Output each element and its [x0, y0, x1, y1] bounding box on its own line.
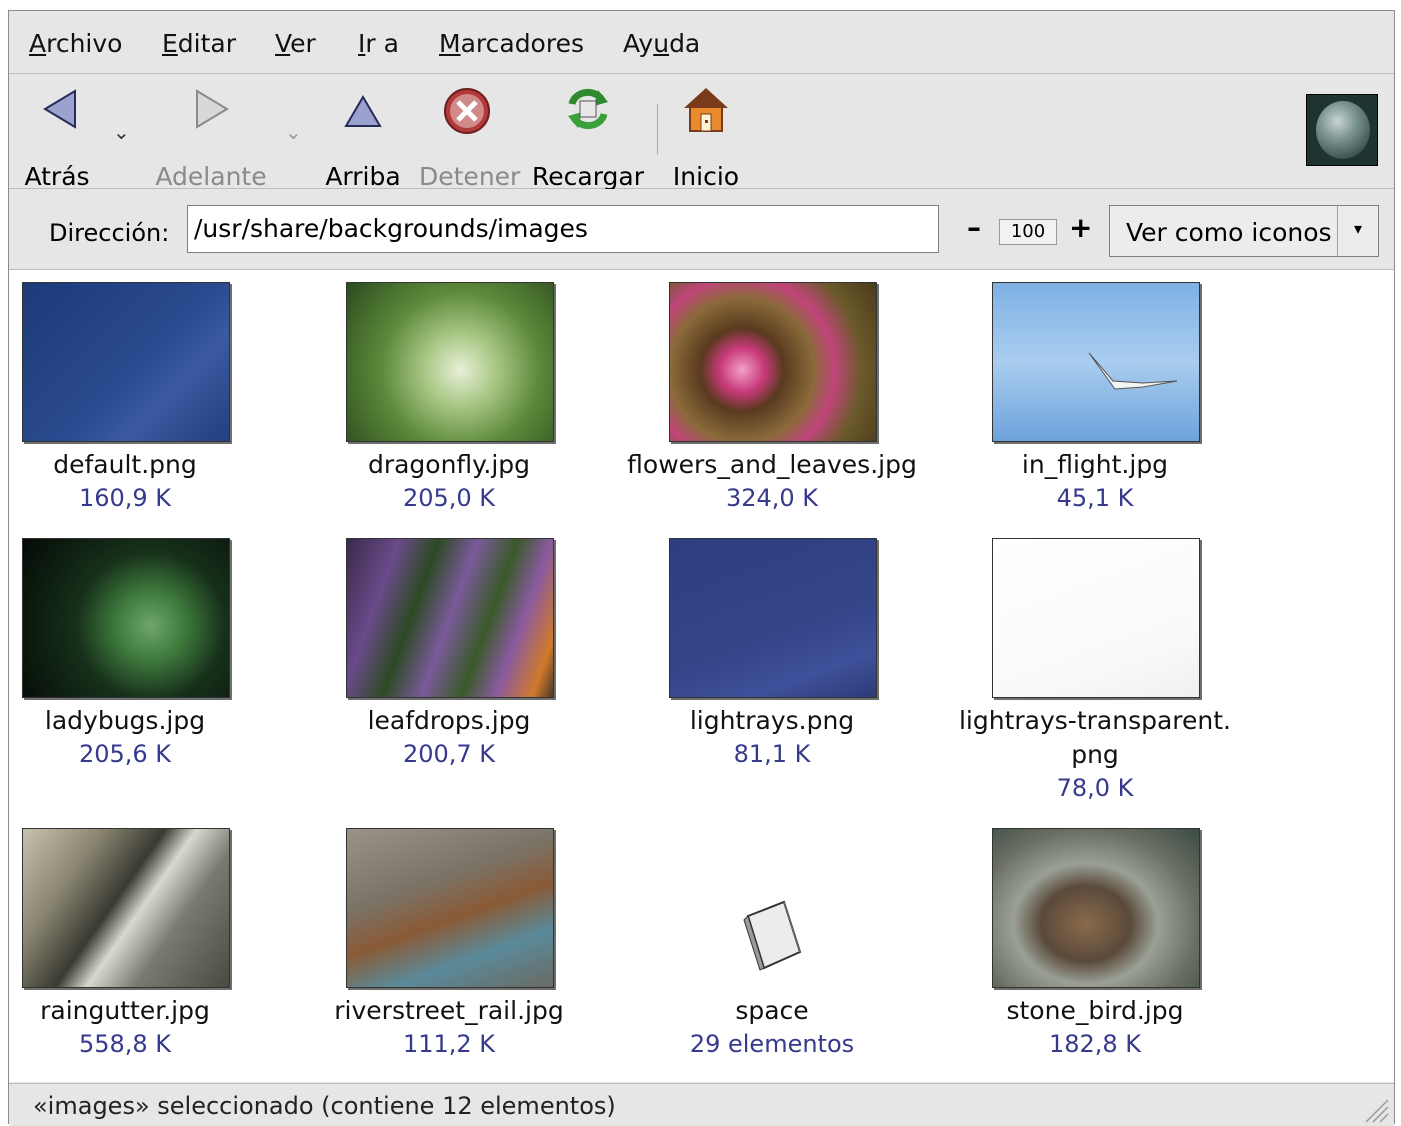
- up-arrow-icon: [344, 95, 382, 127]
- file-thumbnail: [992, 538, 1200, 698]
- folder-item-space[interactable]: space 29 elementos: [612, 816, 932, 1066]
- file-thumbnail: [669, 538, 877, 698]
- folder-item-count: 29 elementos: [689, 1030, 855, 1058]
- file-name: leafdrops.jpg: [367, 706, 531, 735]
- file-item-dragonfly[interactable]: dragonfly.jpg 205,0 K: [289, 270, 609, 520]
- home-icon: [684, 88, 728, 132]
- icon-view: default.png 160,9 K dragonfly.jpg 205,0 …: [9, 270, 1394, 1082]
- file-size: 200,7 K: [402, 740, 496, 768]
- menu-ver[interactable]: Ver: [275, 29, 316, 58]
- dropdown-arrow-icon: ▾: [1337, 206, 1378, 256]
- forward-history-chevron-icon[interactable]: ⌄: [285, 120, 302, 144]
- file-manager-window: Archivo Editar Ver Ir a Marcadores Ayuda…: [8, 10, 1395, 1126]
- location-input[interactable]: /usr/share/backgrounds/images: [187, 205, 939, 253]
- view-mode-value: Ver como iconos: [1126, 218, 1332, 247]
- file-name-continued: png: [1071, 740, 1119, 769]
- file-size: 81,1 K: [733, 740, 811, 768]
- stop-label: Detener: [419, 162, 521, 191]
- file-thumbnail: [22, 538, 230, 698]
- file-name: stone_bird.jpg: [1006, 996, 1184, 1025]
- back-label: Atrás: [24, 162, 90, 191]
- seagull-icon: [1088, 352, 1178, 390]
- file-name: in_flight.jpg: [1021, 450, 1169, 479]
- forward-button[interactable]: Adelante: [151, 88, 271, 191]
- file-name: dragonfly.jpg: [367, 450, 531, 479]
- file-item-ladybugs[interactable]: ladybugs.jpg 205,6 K: [0, 526, 285, 806]
- activity-throbber: [1306, 94, 1378, 166]
- file-name: riverstreet_rail.jpg: [334, 996, 564, 1025]
- file-size: 182,8 K: [1048, 1030, 1142, 1058]
- file-size: 205,0 K: [402, 484, 496, 512]
- file-thumbnail: [992, 828, 1200, 988]
- back-history-chevron-icon[interactable]: ⌄: [113, 120, 130, 144]
- file-name: flowers_and_leaves.jpg: [627, 450, 917, 479]
- file-thumbnail: [669, 282, 877, 442]
- status-text: «images» seleccionado (contiene 12 eleme…: [33, 1092, 616, 1120]
- file-size: 205,6 K: [78, 740, 172, 768]
- status-bar: «images» seleccionado (contiene 12 eleme…: [9, 1083, 1394, 1126]
- menu-editar[interactable]: Editar: [162, 29, 236, 58]
- view-mode-select[interactable]: Ver como iconos ▾: [1109, 205, 1379, 257]
- reload-icon: [568, 88, 608, 130]
- file-thumbnail: [346, 828, 554, 988]
- file-name: lightrays-transparent.: [958, 706, 1231, 735]
- menu-archivo[interactable]: Archivo: [29, 29, 122, 58]
- back-arrow-icon: [43, 89, 76, 129]
- throbber-orb-icon: [1316, 101, 1370, 159]
- generic-file-icon: [743, 900, 802, 971]
- file-thumbnail: [22, 828, 230, 988]
- file-name: lightrays.png: [689, 706, 855, 735]
- menu-bar: Archivo Editar Ver Ir a Marcadores Ayuda: [9, 11, 1394, 74]
- zoom-in-button[interactable]: +: [1069, 211, 1092, 244]
- location-label: Dirección:: [49, 219, 170, 247]
- toolbar: Atrás ⌄ Adelante ⌄ Arriba Detener Recarg…: [9, 74, 1394, 191]
- home-label: Inicio: [672, 162, 740, 191]
- stop-button[interactable]: Detener: [419, 88, 521, 191]
- back-button[interactable]: Atrás: [21, 88, 93, 191]
- up-label: Arriba: [325, 162, 401, 191]
- file-thumbnail: [346, 282, 554, 442]
- file-name: ladybugs.jpg: [44, 706, 206, 735]
- home-button[interactable]: Inicio: [671, 88, 741, 191]
- location-bar: Dirección: /usr/share/backgrounds/images…: [9, 189, 1394, 270]
- file-name: raingutter.jpg: [40, 996, 210, 1025]
- file-thumbnail: [346, 538, 554, 698]
- file-size: 160,9 K: [78, 484, 172, 512]
- file-item-lightrays[interactable]: lightrays.png 81,1 K: [612, 526, 932, 806]
- menu-marcadores[interactable]: Marcadores: [439, 29, 584, 58]
- file-size: 78,0 K: [1056, 774, 1134, 802]
- forward-label: Adelante: [155, 162, 267, 191]
- file-item-raingutter[interactable]: raingutter.jpg 558,8 K: [0, 816, 285, 1066]
- forward-arrow-icon: [196, 89, 229, 129]
- file-thumbnail: [992, 282, 1200, 442]
- file-size: 45,1 K: [1056, 484, 1134, 512]
- file-item-riverstreet-rail[interactable]: riverstreet_rail.jpg 111,2 K: [289, 816, 609, 1066]
- folder-name: space: [735, 996, 809, 1025]
- reload-button[interactable]: Recargar: [531, 88, 645, 191]
- file-thumbnail: [22, 282, 230, 442]
- menu-ayuda[interactable]: Ayuda: [623, 29, 700, 58]
- file-item-flowers-and-leaves[interactable]: flowers_and_leaves.jpg 324,0 K: [612, 270, 932, 520]
- zoom-out-button[interactable]: –: [967, 211, 981, 244]
- file-name: default.png: [53, 450, 197, 479]
- resize-grip-icon[interactable]: [1356, 1090, 1390, 1124]
- file-item-lightrays-transparent[interactable]: lightrays-transparent. png 78,0 K: [935, 526, 1255, 806]
- file-item-leafdrops[interactable]: leafdrops.jpg 200,7 K: [289, 526, 609, 806]
- file-size: 324,0 K: [725, 484, 819, 512]
- file-item-stone-bird[interactable]: stone_bird.jpg 182,8 K: [935, 816, 1255, 1066]
- file-item-default[interactable]: default.png 160,9 K: [0, 270, 285, 520]
- stop-icon: [444, 88, 490, 134]
- up-button[interactable]: Arriba: [325, 88, 401, 191]
- menu-ir-a[interactable]: Ir a: [358, 29, 399, 58]
- file-size: 111,2 K: [402, 1030, 496, 1058]
- toolbar-separator: [657, 104, 658, 154]
- file-item-in-flight[interactable]: in_flight.jpg 45,1 K: [935, 270, 1255, 520]
- reload-label: Recargar: [532, 162, 644, 191]
- file-size: 558,8 K: [78, 1030, 172, 1058]
- zoom-level[interactable]: 100: [999, 219, 1057, 245]
